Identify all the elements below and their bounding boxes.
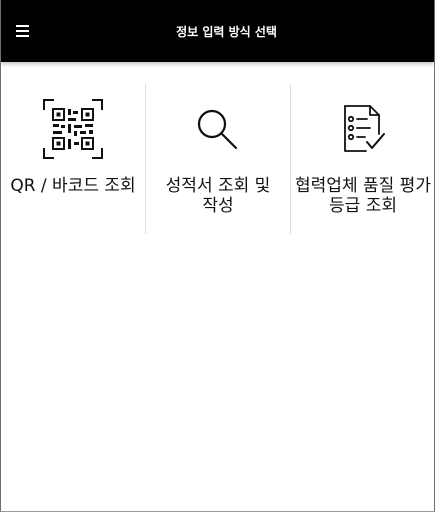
option-label: QR / 바코드 조회 <box>10 176 136 196</box>
checklist-document-icon <box>291 98 434 160</box>
qr-code-icon <box>1 98 145 160</box>
option-certificate-lookup[interactable]: 성적서 조회 및 작성 <box>146 84 290 234</box>
app-window: 정보 입력 방식 선택 QR / 바코드 조회 성적서 조회 및 작성 협력업체… <box>0 0 435 512</box>
option-label: 협력업체 품질 평가 등급 조회 <box>295 176 431 216</box>
option-supplier-quality-grade[interactable]: 협력업체 품질 평가 등급 조회 <box>291 84 434 234</box>
option-label: 성적서 조회 및 작성 <box>165 176 271 216</box>
option-qr-barcode-lookup[interactable]: QR / 바코드 조회 <box>1 84 145 234</box>
app-bar: 정보 입력 방식 선택 <box>1 0 434 62</box>
search-icon <box>146 98 290 160</box>
input-method-options: QR / 바코드 조회 성적서 조회 및 작성 협력업체 품질 평가 등급 조회 <box>1 84 434 234</box>
page-title: 정보 입력 방식 선택 <box>176 25 277 39</box>
